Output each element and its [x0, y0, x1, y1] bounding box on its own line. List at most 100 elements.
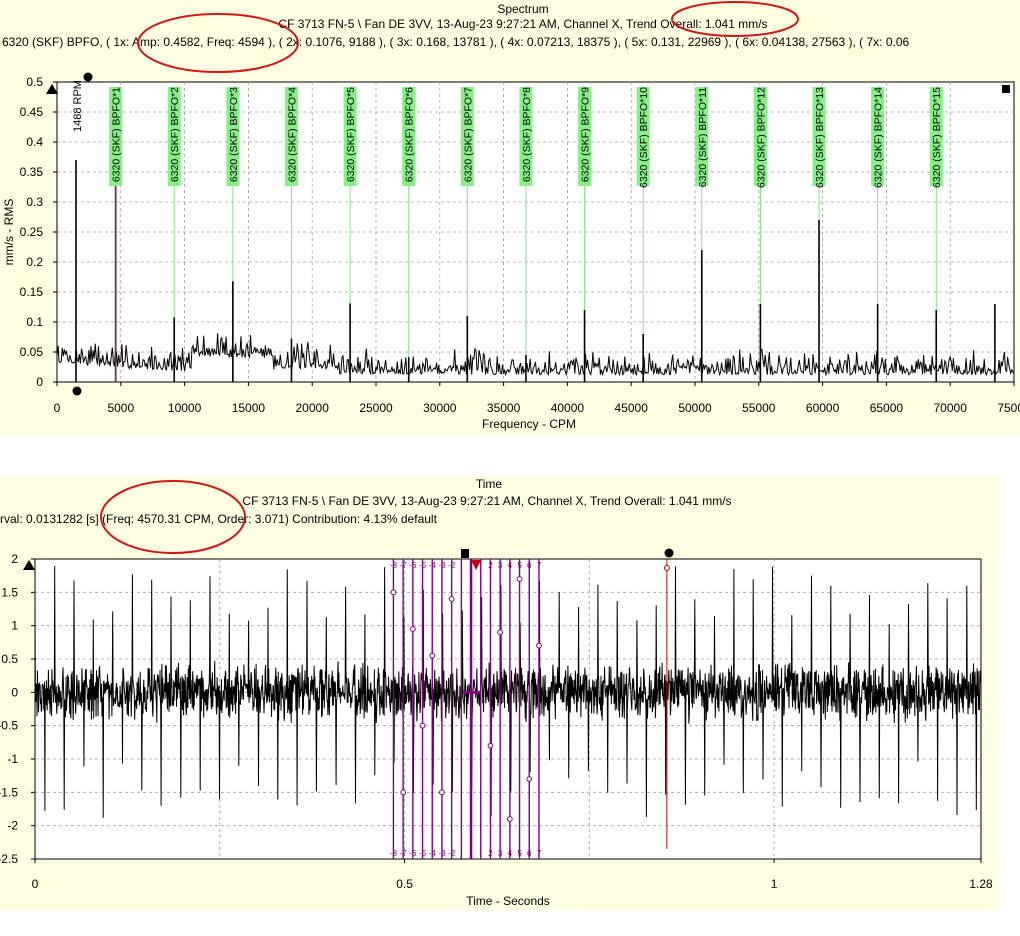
spectrum-x-tick-label: 45000 [615, 401, 649, 415]
time-y-tick-label: -2 [7, 819, 18, 833]
spectrum-y-tick-label: 0.4 [26, 135, 43, 149]
time-y-tick-label: 1 [11, 619, 18, 633]
spectrum-x-tick-label: 65000 [870, 401, 904, 415]
harmonic-bottom-label: -4 [429, 849, 437, 858]
spectrum-y-tick-label: 0 [36, 375, 43, 389]
spectrum-marker-label: 6320 (SKF) BPFO*9 [580, 87, 592, 182]
spectrum-x-tick-label: 35000 [487, 401, 521, 415]
spectrum-marker-label: 6320 (SKF) BPFO*11 [697, 87, 709, 187]
harmonic-top-label: -8 [390, 561, 398, 570]
harmonic-bottom-label: -5 [419, 849, 427, 858]
spectrum-x-axis-label: Frequency - CPM [482, 417, 576, 431]
spectrum-x-tick-label: 20000 [296, 401, 330, 415]
scale-up-triangle-icon[interactable] [46, 84, 58, 94]
scale-up-triangle-icon-2[interactable] [23, 560, 35, 570]
harmonic-point-marker [487, 742, 494, 749]
spectrum-y-ticks: 0 0.05 0.1 0.15 0.2 0.25 0.3 0.35 0.4 0.45 0.5 [20, 75, 57, 389]
spectrum-x-tick-label: 50000 [678, 401, 712, 415]
time-plot-area[interactable] [34, 558, 982, 860]
harmonic-bottom-label: 5 [517, 849, 522, 858]
harmonic-top-label: -3 [438, 561, 446, 570]
time-y-tick-label: 2 [11, 552, 18, 566]
time-y-tick-label: -1 [7, 752, 18, 766]
harmonic-bottom-label: -2 [448, 849, 456, 858]
time-y-tick-label: 0.5 [1, 652, 18, 666]
harmonic-point-marker [526, 776, 533, 782]
spectrum-panel: Spectrum CF 3713 FN-5 \ Fan DE 3VV, 13-A… [0, 0, 1020, 434]
harmonic-point-marker [506, 816, 513, 822]
time-subtitle: CF 3713 FN-5 \ Fan DE 3VV, 13-Aug-23 9:2… [242, 494, 731, 508]
spectrum-y-tick-label: 0.05 [20, 345, 44, 359]
harmonic-top-label: -7 [400, 561, 408, 570]
spectrum-marker-label: 6320 (SKF) BPFO*4 [286, 87, 298, 182]
harmonic-bottom-label: 4 [508, 849, 513, 858]
time-y-tick-label: -0.5 [0, 719, 18, 733]
spectrum-y-tick-label: 0.35 [20, 165, 44, 179]
harmonic-point-marker [390, 589, 397, 596]
spectrum-chart[interactable]: Spectrum CF 3713 FN-5 \ Fan DE 3VV, 13-A… [0, 0, 1020, 434]
spectrum-marker-label: 6320 (SKF) BPFO*13 [814, 87, 826, 188]
spectrum-marker-label: 6320 (SKF) BPFO*3 [228, 87, 240, 182]
spectrum-y-tick-label: 0.1 [26, 315, 43, 329]
spectrum-y-axis-label: mm/s - RMS [2, 199, 16, 266]
harmonic-point-marker [429, 652, 436, 659]
spectrum-x-tick-label: 75000 [997, 401, 1020, 415]
harmonic-top-label: 2 [488, 561, 493, 570]
spectrum-marker-label: 6320 (SKF) BPFO*6 [404, 87, 416, 182]
harmonic-handle-square-icon[interactable] [461, 549, 469, 558]
time-y-tick-label: 1.5 [1, 585, 18, 599]
spectrum-marker-label: 6320 (SKF) BPFO*7 [462, 87, 474, 182]
time-info-line: rval: 0.0131282 [s] (Freq: 4570.31 CPM, … [0, 512, 438, 526]
time-x-axis-label: Time - Seconds [466, 894, 550, 908]
cursor-bottom-dot-icon[interactable] [72, 386, 82, 396]
harmonic-top-label: 6 [527, 561, 532, 570]
spectrum-x-tick-label: 55000 [742, 401, 776, 415]
spectrum-y-tick-label: 0.5 [26, 75, 43, 89]
harmonic-point-marker [516, 576, 523, 582]
harmonic-top-label: 7 [537, 561, 542, 570]
spectrum-y-tick-label: 0.2 [26, 255, 43, 269]
time-cursor-marker [663, 565, 670, 571]
time-x-ticks: 0 0.5 1 1.28 [32, 859, 993, 891]
spectrum-x-tick-label: 70000 [934, 401, 968, 415]
spectrum-x-tick-label: 30000 [423, 401, 457, 415]
spectrum-marker-label: 6320 (SKF) BPFO*5 [345, 87, 357, 182]
harmonic-point-marker [419, 722, 426, 729]
spectrum-y-tick-label: 0.25 [20, 225, 44, 239]
harmonic-top-label: -5 [419, 561, 427, 570]
time-y-tick-label: 0 [11, 685, 18, 699]
spectrum-title: Spectrum [497, 2, 548, 16]
time-y-ticks: 2 1.5 1 0.5 0 -0.5 -1 -1.5 -2 -2.5 [0, 552, 35, 866]
spectrum-x-tick-label: 10000 [168, 401, 202, 415]
spectrum-marker-label: 6320 (SKF) BPFO*8 [521, 87, 533, 182]
harmonic-top-label: 4 [508, 561, 513, 570]
harmonic-point-marker [409, 626, 416, 632]
spectrum-x-tick-label: 15000 [232, 401, 266, 415]
spectrum-y-tick-label: 0.15 [20, 285, 44, 299]
time-x-tick-label: 1 [771, 877, 778, 891]
time-cursor-dot-icon[interactable] [664, 548, 674, 558]
spectrum-subtitle: CF 3713 FN-5 \ Fan DE 3VV, 13-Aug-23 9:2… [278, 17, 767, 31]
scale-square-icon[interactable] [1002, 85, 1010, 93]
spectrum-x-tick-label: 25000 [359, 401, 393, 415]
harmonic-bottom-label: 2 [488, 849, 493, 858]
spectrum-y-tick-label: 0.3 [26, 195, 43, 209]
harmonic-top-label: -2 [448, 561, 456, 570]
time-chart[interactable]: Time CF 3713 FN-5 \ Fan DE 3VV, 13-Aug-2… [0, 476, 1000, 910]
harmonic-bottom-label: 7 [537, 849, 542, 858]
time-y-tick-label: -1.5 [0, 785, 18, 799]
spectrum-y-tick-label: 0.45 [20, 105, 44, 119]
spectrum-plot-area[interactable] [56, 81, 1015, 383]
time-x-tick-label: 0 [32, 877, 39, 891]
harmonic-top-label: -4 [429, 561, 437, 570]
harmonic-bottom-label: -7 [400, 849, 408, 858]
harmonic-top-label: 3 [498, 561, 503, 570]
spectrum-x-tick-label: 40000 [551, 401, 585, 415]
time-x-tick-label: 1.28 [969, 877, 993, 891]
spectrum-marker-label: 6320 (SKF) BPFO*10 [638, 87, 650, 188]
spectrum-marker-label: 6320 (SKF) BPFO*1 [111, 87, 123, 182]
harmonic-point-marker [448, 596, 455, 602]
harmonic-bottom-label: -3 [438, 849, 446, 858]
spectrum-marker-label: 6320 (SKF) BPFO*2 [169, 87, 181, 182]
cursor-top-dot-icon[interactable] [83, 72, 93, 82]
